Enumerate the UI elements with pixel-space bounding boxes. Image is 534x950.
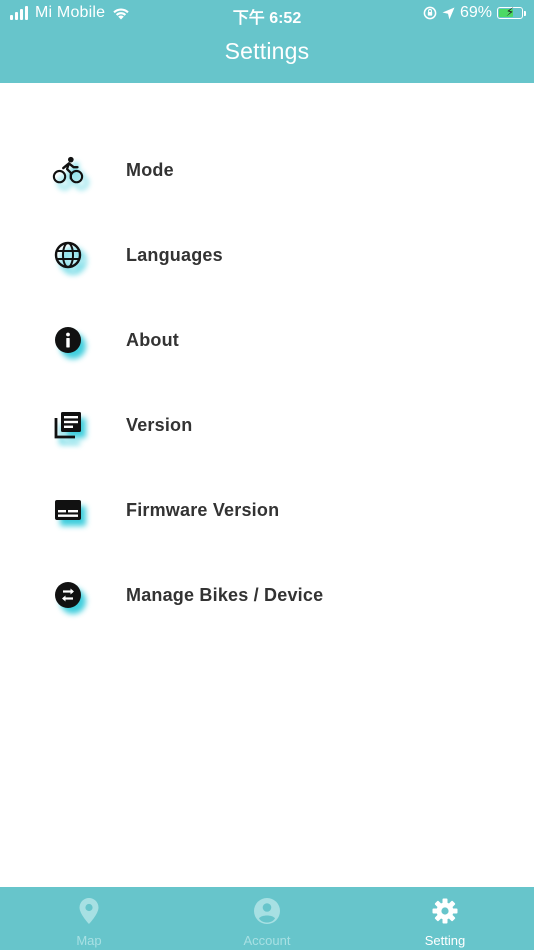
settings-menu: Mode Languages About Version Firmware Ve… [0, 128, 534, 638]
menu-item-label: About [126, 330, 179, 350]
battery-charging-icon: ⚡ [497, 5, 523, 19]
menu-item-label: Version [126, 415, 193, 435]
status-right: 69% ⚡ [423, 4, 526, 22]
orientation-lock-icon [423, 6, 437, 20]
tab-label: Account [243, 933, 291, 948]
menu-item-manage-bikes[interactable]: Manage Bikes / Device [0, 553, 534, 638]
menu-item-mode[interactable]: Mode [0, 128, 534, 213]
menu-item-about[interactable]: About [0, 298, 534, 383]
subtitles-icon [52, 494, 84, 526]
battery-percent: 69% [459, 4, 492, 21]
tab-bar: Map Account Setting [0, 887, 534, 950]
status-bar: Mi Mobile 下午 6:52 69% ⚡ [0, 0, 534, 28]
swap-arrows-icon [52, 579, 84, 611]
menu-item-firmware-version[interactable]: Firmware Version [0, 468, 534, 553]
globe-icon [52, 239, 84, 271]
library-books-icon [52, 409, 84, 441]
menu-item-label: Manage Bikes / Device [126, 585, 324, 605]
menu-item-label: Mode [126, 160, 174, 180]
tab-label: Setting [424, 933, 466, 948]
gear-icon [356, 897, 534, 925]
battery-cap [524, 10, 526, 16]
tab-map[interactable]: Map [0, 887, 178, 950]
tab-label: Map [76, 933, 102, 948]
bicycle-icon [52, 154, 84, 186]
menu-item-label: Firmware Version [126, 500, 280, 520]
tab-setting[interactable]: Setting [356, 887, 534, 950]
account-circle-icon [178, 897, 356, 925]
map-pin-icon [0, 897, 178, 925]
page-title: Settings [224, 38, 310, 64]
tab-account[interactable]: Account [178, 887, 356, 950]
app-header: Mi Mobile 下午 6:52 69% ⚡ Settings [0, 0, 534, 83]
menu-item-label: Languages [126, 245, 223, 265]
menu-item-languages[interactable]: Languages [0, 213, 534, 298]
location-arrow-icon [442, 7, 455, 19]
menu-item-version[interactable]: Version [0, 383, 534, 468]
charging-bolt-icon: ⚡ [505, 5, 515, 19]
info-icon [52, 324, 84, 356]
